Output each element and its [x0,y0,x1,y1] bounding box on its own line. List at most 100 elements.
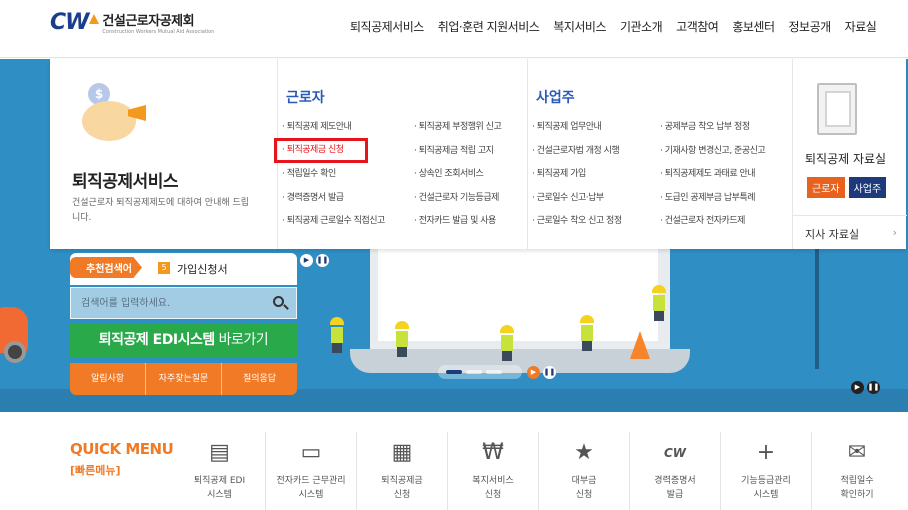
nav-item-severance[interactable]: 퇴직공제서비스 [350,18,424,35]
recommended-keywords: 추천검색어 5 가입신청서 [70,253,297,285]
logo-name: 건설근로자공제회 [102,14,195,29]
worker-illustration [500,325,514,361]
data-room-title: 퇴직공제 자료실 [805,152,887,166]
worker-illustration [652,285,666,321]
search-box [70,287,297,319]
slide-indicator [438,365,522,379]
pause-icon[interactable]: ❚❚ [867,381,880,394]
document-stack-icon [817,83,857,135]
link-fraud-report[interactable]: · 퇴직공제 부정행위 신고 [414,119,546,143]
link-career-certificate[interactable]: · 경력증명서 발급 [282,190,414,214]
notice-button[interactable]: 알림사항 [70,363,145,395]
nav-item-about[interactable]: 기관소개 [620,18,663,35]
play-icon[interactable]: ▶ [527,366,540,379]
nav-item-pr[interactable]: 홍보센터 [732,18,775,35]
search-icon[interactable] [271,294,289,312]
link-biz-guide[interactable]: · 퇴직공제 업무안내 [532,119,660,143]
document-icon: ▤ [209,440,230,465]
quick-menu-title: QUICK MENU [70,440,174,458]
link-ecard-system[interactable]: · 건설근로자 전자카드제 [660,213,792,237]
panel-slide-controls: ▶ ❚❚ [300,254,330,268]
quick-menu: QUICK MENU [빠른메뉴] ▤ 퇴직공제 EDI 시스템 ▭ 전자카드 … [0,412,908,510]
slide-dot[interactable] [446,370,462,374]
quick-item-loan-apply[interactable]: ★ 대부금 신청 [538,432,629,510]
hero-slide-controls: ▶ ❚❚ [851,381,881,395]
slide-dot[interactable] [466,370,482,374]
mega-intro: $ 퇴직공제서비스 건설근로자 퇴직공제제도에 대하여 안내해 드립니다. [50,59,278,249]
recommended-rank: 5 [158,262,170,274]
quick-item-welfare-apply[interactable]: ₩ 복지서비스 신청 [447,432,538,510]
link-workday-payment[interactable]: · 근로일수 신고·납부 [532,190,660,214]
help-links: 알림사항 자주찾는질문 질의응답 [70,363,297,395]
card-icon: ▭ [300,440,322,465]
logo-triangle-icon [89,13,100,24]
link-change-report[interactable]: · 기재사항 변경신고, 준공신고 [660,143,792,167]
logo-cw: CW [50,10,89,35]
slide-dot[interactable] [486,370,502,374]
data-room-panel: 퇴직공제 자료실 근로자 사업주 지사 자료실 › [792,59,907,249]
mega-menu: $ 퇴직공제서비스 건설근로자 퇴직공제제도에 대하여 안내해 드립니다. 근로… [50,59,907,249]
worker-menu-column: 근로자 · 퇴직공제 제도안내 · 퇴직공제 부정행위 신고 · 퇴직공제금 신… [274,59,528,249]
link-payment-correction[interactable]: · 공제부금 착오 납부 정정 [660,119,792,143]
site-logo[interactable]: CW 건설근로자공제회 Construction Workers Mutual … [50,10,214,35]
chevron-right-icon: › [892,226,897,239]
link-skill-grade[interactable]: · 건설근로자 기능등급제 [414,190,546,214]
nav-item-library[interactable]: 자료실 [845,18,877,35]
quick-item-accrual-days[interactable]: ✉ 적립일수 확인하기 [811,432,902,510]
traffic-cone [630,331,650,359]
branch-data-label: 지사 자료실 [805,228,860,241]
mega-description: 건설근로자 퇴직공제제도에 대하여 안내해 드립니다. [72,198,250,223]
book-icon: ✉ [847,440,867,465]
nav-item-employment[interactable]: 취업·훈련 지원서비스 [438,18,540,35]
link-accrual-days[interactable]: · 적립일수 확인 [282,166,414,190]
business-heading: 사업주 [536,90,575,106]
recommended-keyword[interactable]: 가입신청서 [177,261,228,277]
link-accrual-notice[interactable]: · 퇴직공제금 적립 고지 [414,143,546,167]
branch-data-link[interactable]: 지사 자료실 › [793,215,907,249]
play-icon[interactable]: ▶ [300,254,313,267]
business-menu-column: 사업주 · 퇴직공제 업무안내 · 공제부금 착오 납부 정정 · 건설근로자법… [528,59,792,249]
piggy-bank-icon: $ [72,83,152,143]
quick-item-skill-grade[interactable]: + 기능등급관리 시스템 [720,432,811,510]
pause-icon[interactable]: ❚❚ [316,254,329,267]
nav-item-disclosure[interactable]: 정보공개 [789,18,832,35]
banner-slide-controls: ▶ ❚❚ [527,366,557,380]
data-business-button[interactable]: 사업주 [848,177,887,198]
logo-subtitle: Construction Workers Mutual Aid Associat… [102,29,215,35]
nav-item-customer[interactable]: 고객참여 [676,18,719,35]
skill-plus-icon: + [756,440,776,465]
qna-button[interactable]: 질의응답 [221,363,297,395]
link-penalty-guide[interactable]: · 퇴직공제제도 과태료 안내 [660,166,792,190]
link-workday-report[interactable]: · 퇴직공제 근로일수 직접신고 [282,213,414,237]
laptop-screen [378,245,658,341]
vehicle-wheel [4,341,26,363]
faq-button[interactable]: 자주찾는질문 [145,363,221,395]
quick-item-career-certificate[interactable]: CW 경력증명서 발급 [629,432,720,510]
won-icon: ₩ [482,440,504,465]
site-header: CW 건설근로자공제회 Construction Workers Mutual … [0,0,908,58]
pause-icon[interactable]: ❚❚ [543,366,556,379]
mega-title: 퇴직공제서비스 [72,172,178,192]
data-worker-button[interactable]: 근로자 [807,177,845,198]
link-severance-apply[interactable]: · 퇴직공제금 신청 [274,137,368,163]
main-nav: 퇴직공제서비스 취업·훈련 지원서비스 복지서비스 기관소개 고객참여 홍보센터… [350,18,877,35]
page: CW 건설근로자공제회 Construction Workers Mutual … [0,0,908,510]
edi-shortcut-button[interactable]: 퇴직공제 EDI시스템 바로가기 [70,323,297,357]
worker-illustration [395,321,409,357]
link-heir-lookup[interactable]: · 상속인 조회서비스 [414,166,546,190]
link-law-revision[interactable]: · 건설근로자법 개정 시행 [532,143,660,167]
quick-item-edi[interactable]: ▤ 퇴직공제 EDI 시스템 [174,432,265,510]
quick-item-severance-apply[interactable]: ▦ 퇴직공제금 신청 [356,432,447,510]
link-workday-correction[interactable]: · 근로일수 착오 신고 정정 [532,213,660,237]
link-contractor-special[interactable]: · 도급인 공제부금 납부특례 [660,190,792,214]
worker-illustration [330,317,344,353]
play-icon[interactable]: ▶ [851,381,864,394]
recommended-tag: 추천검색어 [70,257,142,278]
cw-icon: CW [663,446,687,460]
link-ecard[interactable]: · 전자카드 발급 및 사용 [414,213,546,237]
search-input[interactable] [71,288,267,318]
quick-item-ecard[interactable]: ▭ 전자카드 근무관리 시스템 [265,432,356,510]
calendar-icon: ▦ [391,440,413,465]
nav-item-welfare[interactable]: 복지서비스 [553,18,606,35]
link-join[interactable]: · 퇴직공제 가입 [532,166,660,190]
